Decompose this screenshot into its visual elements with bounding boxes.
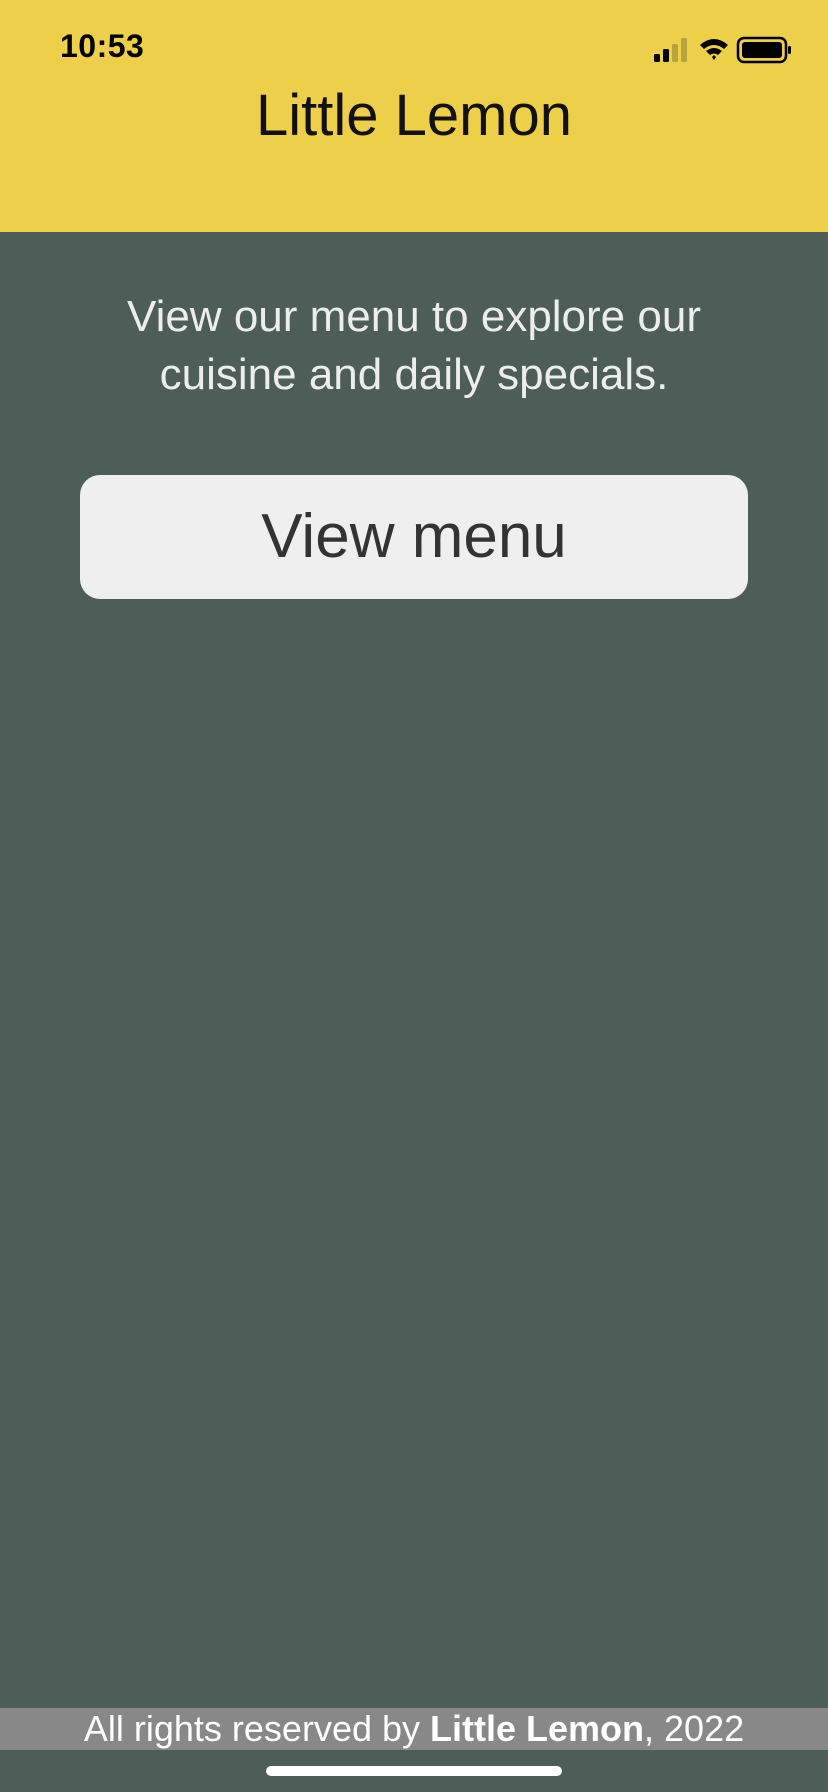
status-icons bbox=[654, 36, 794, 66]
footer-prefix: All rights reserved by bbox=[83, 1708, 431, 1749]
footer: All rights reserved by Little Lemon, 202… bbox=[0, 1708, 828, 1750]
app-title: Little Lemon bbox=[256, 83, 572, 148]
intro-text: View our menu to explore our cuisine and… bbox=[127, 292, 701, 399]
home-indicator[interactable] bbox=[266, 1766, 562, 1776]
view-menu-button[interactable]: View menu bbox=[80, 475, 748, 599]
status-time: 10:53 bbox=[60, 28, 145, 64]
battery-icon bbox=[736, 36, 791, 64]
footer-suffix: , 2022 bbox=[644, 1708, 745, 1749]
footer-brand: Little Lemon bbox=[430, 1708, 645, 1749]
wifi-icon bbox=[700, 39, 728, 60]
app-header: 10:53 Little Lemon bbox=[0, 0, 828, 232]
cellular-signal-icon bbox=[654, 38, 687, 62]
